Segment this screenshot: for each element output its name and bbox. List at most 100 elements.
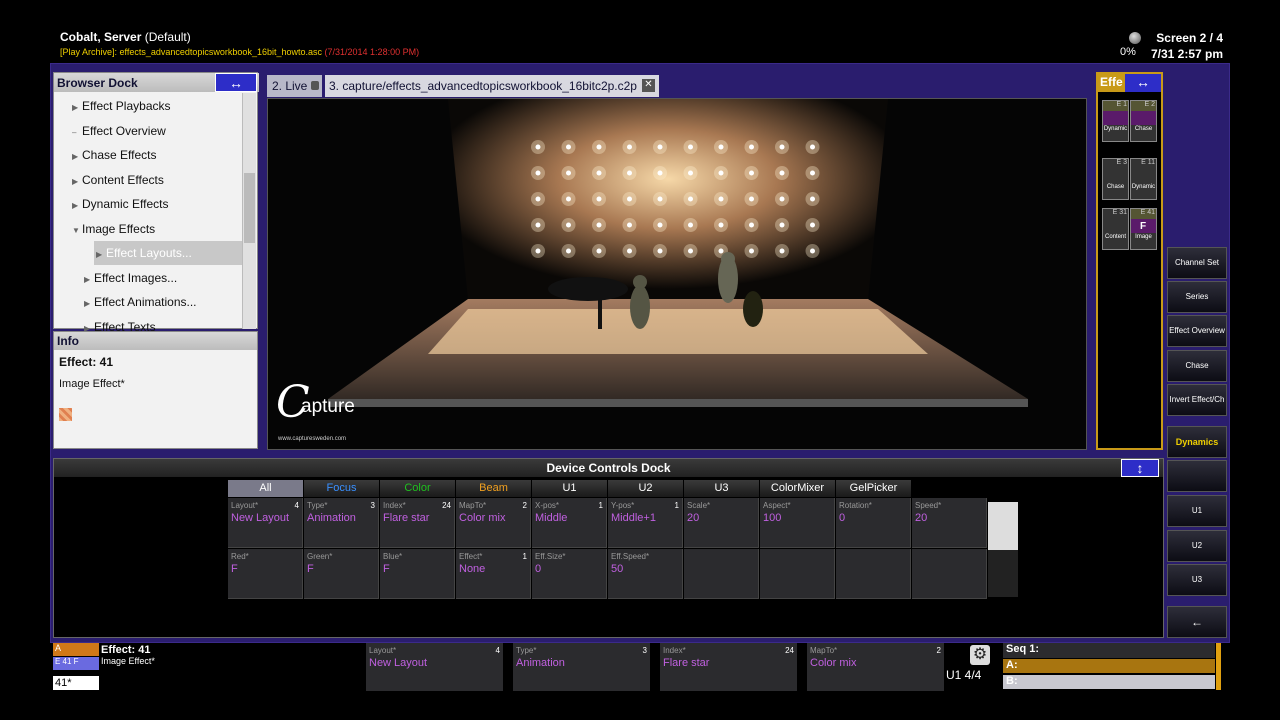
tree-arrow-icon[interactable]: ▶ [84,292,94,316]
stage-viewport[interactable]: C apture www.capturesweden.com [267,98,1087,450]
tree-item[interactable]: – Effect Overview [72,119,166,143]
parameter-cell[interactable]: Type* 3 Animation [304,498,379,548]
device-controls-swap-button[interactable]: ↕ [1121,459,1159,477]
effect-tile[interactable]: E 41 Image F [1130,208,1157,250]
parameter-value: F [231,563,238,575]
effect-tile[interactable]: E 1 Dynamic [1102,100,1129,142]
device-tab[interactable]: U2 [608,480,683,497]
right-button[interactable]: Invert Effect/Ch [1167,384,1227,416]
effect-tile[interactable]: E 11 Dynamic [1130,158,1157,200]
tree-item[interactable]: ▶ Dynamic Effects [72,192,168,216]
parameter-cell[interactable]: Eff.Speed* 50 [608,549,683,599]
bottom-parameter-cell[interactable]: Layout* 4 New Layout [366,643,503,691]
parameter-cell[interactable]: Y-pos* 1 Middle+1 [608,498,683,548]
parameter-cell[interactable]: Layout* 4 New Layout [228,498,303,548]
browser-swap-button[interactable]: ↔ [215,73,257,92]
command-line[interactable]: 41* [53,676,99,690]
lamp [535,196,541,202]
tree-item[interactable]: ▶ Effect Images... [84,266,177,290]
tree-arrow-icon[interactable]: – [72,121,82,145]
device-controls-scrollbar[interactable] [988,502,1018,597]
device-tab[interactable]: Beam [456,480,531,497]
tree-arrow-icon[interactable]: ▼ [72,219,82,243]
screen-indicator[interactable]: Screen 2 / 4 [1151,30,1223,46]
parameter-cell[interactable]: Index* 24 Flare star [380,498,455,548]
parameter-value: F [383,563,390,575]
tree-item[interactable]: ▶ Effect Playbacks [72,94,171,118]
tab-capture[interactable]: 3. capture/effects_advancedtopicsworkboo… [325,75,659,97]
tree-item-label: Effect Layouts... [106,246,192,260]
sequence-level-bar[interactable] [1216,643,1221,690]
parameter-cell[interactable]: Eff.Size* 0 [532,549,607,599]
tree-item[interactable]: ▶ Chase Effects [72,143,156,167]
right-button[interactable]: Chase [1167,350,1227,382]
tab-live[interactable]: 2. Live [267,75,322,97]
parameter-cell[interactable]: Green* F [304,549,379,599]
gear-icon[interactable]: ⚙ [970,645,990,665]
bottom-parameter-cell[interactable]: MapTo* 2 Color mix [807,643,944,691]
parameter-cell[interactable]: Red* F [228,549,303,599]
selection-a[interactable]: A [53,643,99,656]
device-tab[interactable]: U1 [532,480,607,497]
selection-effect[interactable]: E 41 F [53,657,99,670]
sequence-b[interactable]: B: [1003,675,1215,689]
parameter-cell[interactable]: Aspect* 100 [760,498,835,548]
tree-item-label: Effect Animations... [94,295,197,309]
lamp [779,222,785,228]
lamp [596,248,602,254]
tree-item[interactable]: ▶ Effect Layouts... [94,241,242,265]
device-tab[interactable]: ColorMixer [760,480,835,497]
right-button[interactable]: U2 [1167,530,1227,562]
tree-item[interactable]: ▶ Effect Animations... [84,290,197,314]
scroll-thumb[interactable] [988,502,1018,550]
parameter-cell[interactable]: Scale* 20 [684,498,759,548]
bottom-parameter-cell[interactable]: Index* 24 Flare star [660,643,797,691]
tree-item[interactable]: ▼ Image Effects [72,217,155,241]
parameter-cell[interactable] [836,549,911,599]
right-button[interactable]: Dynamics [1167,426,1227,458]
right-button[interactable]: U1 [1167,495,1227,527]
right-button[interactable]: Channel Set [1167,247,1227,279]
parameter-cell[interactable]: Rotation* 0 [836,498,911,548]
effect-tile[interactable]: E 3 Chase [1102,158,1129,200]
right-button[interactable] [1167,460,1227,492]
effects-swap-button[interactable]: ↔ [1125,74,1161,92]
device-tab[interactable]: Focus [304,480,379,497]
effect-tile[interactable]: E 31 Content [1102,208,1129,250]
scroll-thumb[interactable] [244,173,255,243]
parameter-cell[interactable]: Speed* 20 [912,498,987,548]
right-button[interactable]: U3 [1167,564,1227,596]
right-button[interactable]: Series [1167,281,1227,313]
parameter-cell[interactable]: X-pos* 1 Middle [532,498,607,548]
browser-scrollbar[interactable] [242,93,256,329]
parameter-cell[interactable] [912,549,987,599]
device-tab[interactable]: All [228,480,303,497]
parameter-cell[interactable] [684,549,759,599]
parameter-cell[interactable] [760,549,835,599]
parameter-cell[interactable]: MapTo* 2 Color mix [456,498,531,548]
device-tab[interactable]: Color [380,480,455,497]
tree-arrow-icon[interactable]: ▶ [72,145,82,169]
sequence-a[interactable]: A: [1003,659,1215,673]
right-button[interactable]: Effect Overview [1167,315,1227,347]
tree-arrow-icon[interactable]: ▶ [72,170,82,194]
tree-arrow-icon[interactable]: ▶ [72,96,82,120]
parameter-cell[interactable]: Effect* 1 None [456,549,531,599]
bottom-parameter-cell[interactable]: Type* 3 Animation [513,643,650,691]
device-tab[interactable]: U3 [684,480,759,497]
lamp [657,196,663,202]
parameter-cell[interactable]: Blue* F [380,549,455,599]
effect-tile[interactable]: E 2 Chase [1130,100,1157,142]
device-tab[interactable]: GelPicker [836,480,911,497]
tree-arrow-icon[interactable]: ▶ [72,194,82,218]
lamp [688,196,693,202]
title-text: Cobalt, Server [60,30,142,44]
tree-item[interactable]: ▶ Content Effects [72,168,164,192]
parameter-num: 4 [294,501,299,510]
parameter-num: 3 [370,501,375,510]
close-icon[interactable]: ✕ [642,79,655,92]
page-indicator[interactable]: U1 4/4 [946,668,981,682]
tree-arrow-icon[interactable]: ▶ [96,243,106,267]
right-button[interactable]: ← [1167,606,1227,638]
tree-arrow-icon[interactable]: ▶ [84,268,94,292]
